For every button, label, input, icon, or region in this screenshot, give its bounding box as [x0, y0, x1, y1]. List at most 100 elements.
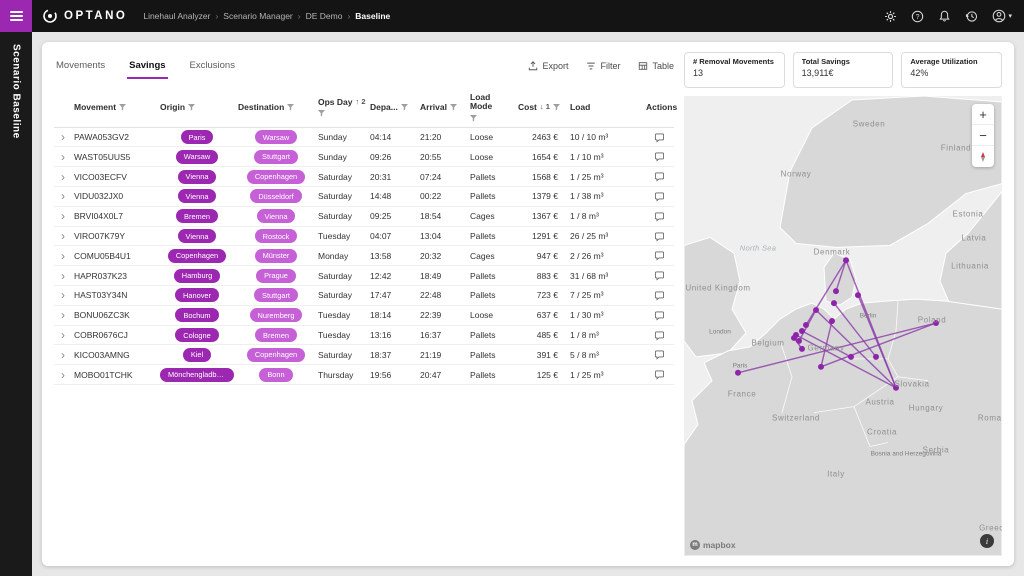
column-header-origin[interactable]: Origin [158, 98, 236, 117]
table-row[interactable]: ›BONU06ZC3KBochumNurembergTuesday18:1422… [54, 306, 674, 326]
column-header-load-mode[interactable]: Load Mode [468, 88, 516, 127]
settings-icon[interactable] [884, 10, 897, 23]
column-filter-icon[interactable] [318, 110, 325, 117]
mapbox-attribution[interactable]: m mapbox [690, 540, 736, 550]
city-node-bremen[interactable] [813, 307, 819, 313]
map-info-button[interactable]: i [980, 534, 994, 548]
column-header-arrival[interactable]: Arrival [418, 98, 468, 117]
comment-icon[interactable] [654, 231, 665, 242]
table-view-button[interactable]: Table [638, 61, 674, 71]
filter-button[interactable]: Filter [586, 61, 620, 71]
expand-chevron[interactable]: › [54, 167, 72, 186]
table-row[interactable]: ›BRVI04X0L7BremenViennaSaturday09:2518:5… [54, 207, 674, 227]
column-header-actions[interactable]: Actions [644, 98, 674, 117]
comment-icon[interactable] [654, 250, 665, 261]
column-filter-icon[interactable] [450, 104, 457, 111]
expand-chevron[interactable]: › [54, 266, 72, 285]
table-row[interactable]: ›VIDU032JX0ViennaDüsseldorfSaturday14:48… [54, 187, 674, 207]
column-filter-icon[interactable] [119, 104, 126, 111]
sort-indicator[interactable]: ↑ 2 [356, 98, 366, 106]
table-row[interactable]: ›COBR0676CJCologneBremenTuesday13:1616:3… [54, 326, 674, 346]
movement-id: VIRO07K79Y [72, 227, 158, 246]
tab-movements[interactable]: Movements [54, 53, 107, 79]
comment-icon[interactable] [654, 191, 665, 202]
city-node-copenhagen[interactable] [843, 257, 849, 263]
city-node-m-nster[interactable] [803, 322, 809, 328]
column-header-ops-day[interactable]: Ops Day↑ 2 [316, 93, 368, 122]
city-node-hamburg[interactable] [831, 300, 837, 306]
city-node-paris[interactable] [735, 370, 741, 376]
comment-icon[interactable] [654, 290, 665, 301]
tab-savings[interactable]: Savings [127, 53, 167, 79]
map[interactable]: SwedenFinlandNorwayEstoniaLatviaDenmarkL… [684, 96, 1002, 556]
city-node-prague[interactable] [873, 354, 879, 360]
column-header-destination[interactable]: Destination [236, 98, 316, 117]
table-row[interactable]: ›WAST05UUS5WarsawStuttgartSunday09:2620:… [54, 147, 674, 167]
actions-cell [644, 227, 674, 246]
city-node-warsaw[interactable] [933, 320, 939, 326]
sort-indicator[interactable]: ↓ 1 [540, 103, 550, 111]
column-header-load[interactable]: Load [568, 98, 644, 117]
city-node-bochum[interactable] [799, 328, 805, 334]
scenario-rail[interactable]: Scenario Baseline [0, 32, 32, 576]
table-row[interactable]: ›HAPR037K23HamburgPragueSaturday12:4218:… [54, 266, 674, 286]
breadcrumb-item-scenario-manager[interactable]: Scenario Manager [223, 11, 292, 21]
table-row[interactable]: ›VIRO07K79YViennaRostockTuesday04:0713:0… [54, 227, 674, 247]
comment-icon[interactable] [654, 211, 665, 222]
compass-button[interactable] [972, 146, 994, 167]
table-row[interactable]: ›MOBO01TCHKMönchengladbachBonnThursday19… [54, 365, 674, 385]
city-node-kiel[interactable] [833, 288, 839, 294]
expand-chevron[interactable]: › [54, 128, 72, 147]
comment-icon[interactable] [654, 369, 665, 380]
zoom-in-button[interactable]: + [972, 104, 994, 125]
expand-chevron[interactable]: › [54, 246, 72, 265]
zoom-out-button[interactable]: − [972, 125, 994, 146]
comment-icon[interactable] [654, 310, 665, 321]
comment-icon[interactable] [654, 151, 665, 162]
column-header-depa[interactable]: Depa... [368, 98, 418, 117]
comment-icon[interactable] [654, 349, 665, 360]
city-node-bonn[interactable] [799, 346, 805, 352]
city-node-hanover[interactable] [829, 318, 835, 324]
column-filter-icon[interactable] [401, 104, 408, 111]
comment-icon[interactable] [654, 132, 665, 143]
city-node-nuremberg[interactable] [848, 354, 854, 360]
column-header-movement[interactable]: Movement [72, 98, 158, 117]
city-node-cologne[interactable] [796, 338, 802, 344]
comment-icon[interactable] [654, 171, 665, 182]
export-button[interactable]: Export [528, 61, 568, 71]
city-node-vienna[interactable] [893, 385, 899, 391]
column-filter-icon[interactable] [470, 115, 477, 122]
help-icon[interactable]: ? [911, 10, 924, 23]
expand-chevron[interactable]: › [54, 227, 72, 246]
table-row[interactable]: ›KICO03AMNGKielCopenhagenSaturday18:3721… [54, 345, 674, 365]
tab-exclusions[interactable]: Exclusions [188, 53, 237, 79]
comment-icon[interactable] [654, 270, 665, 281]
breadcrumb-item-de-demo[interactable]: DE Demo [306, 11, 343, 21]
comment-icon[interactable] [654, 330, 665, 341]
expand-chevron[interactable]: › [54, 187, 72, 206]
table-row[interactable]: ›COMU05B4U1CopenhagenMünsterMonday13:582… [54, 246, 674, 266]
expand-chevron[interactable]: › [54, 286, 72, 305]
column-filter-icon[interactable] [553, 104, 560, 111]
city-node-rostock[interactable] [855, 292, 861, 298]
column-filter-icon[interactable] [188, 104, 195, 111]
expand-chevron[interactable]: › [54, 207, 72, 226]
table-row[interactable]: ›PAWA053GV2ParisWarsawSunday04:1421:20Lo… [54, 128, 674, 148]
expand-chevron[interactable]: › [54, 365, 72, 384]
history-icon[interactable] [965, 10, 978, 23]
expand-chevron[interactable]: › [54, 306, 72, 325]
breadcrumb-item-linehaul-analyzer[interactable]: Linehaul Analyzer [143, 11, 210, 21]
column-header-cost[interactable]: Cost↓ 1 [516, 98, 568, 117]
city-node-stuttgart[interactable] [818, 364, 824, 370]
city-node-m-nchengladbach[interactable] [791, 335, 797, 341]
table-row[interactable]: ›VICO03ECFVViennaCopenhagenSaturday20:31… [54, 167, 674, 187]
menu-button[interactable] [0, 0, 32, 32]
table-row[interactable]: ›HAST03Y34NHanoverStuttgartSaturday17:47… [54, 286, 674, 306]
column-filter-icon[interactable] [287, 104, 294, 111]
expand-chevron[interactable]: › [54, 345, 72, 364]
notifications-icon[interactable] [938, 10, 951, 23]
expand-chevron[interactable]: › [54, 147, 72, 166]
account-menu[interactable]: ▾ [992, 9, 1012, 23]
expand-chevron[interactable]: › [54, 326, 72, 345]
